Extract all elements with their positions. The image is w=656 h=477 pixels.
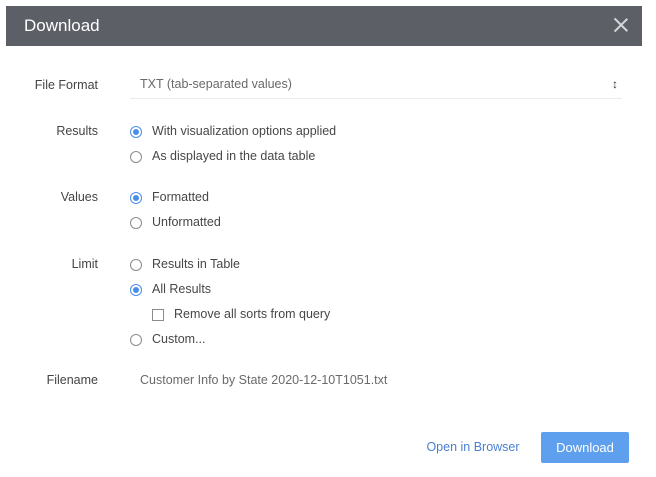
- select-updown-icon: ↕: [612, 77, 618, 91]
- dialog-title: Download: [24, 16, 100, 35]
- close-icon[interactable]: [610, 14, 632, 36]
- limit-label: Limit: [71, 257, 98, 271]
- values-option-label: Unformatted: [152, 215, 221, 229]
- radio-all-results[interactable]: [130, 284, 142, 296]
- limit-option-results-in-table[interactable]: Results in Table: [130, 257, 250, 275]
- file-format-value: TXT (tab-separated values): [140, 77, 292, 91]
- filename-label: Filename: [46, 373, 98, 387]
- dialog-titlebar: Download: [6, 6, 642, 46]
- results-option-label: With visualization options applied: [152, 124, 337, 138]
- results-option-visualization[interactable]: With visualization options applied: [130, 124, 370, 142]
- radio-custom[interactable]: [130, 334, 142, 346]
- limit-option-label: All Results: [152, 282, 212, 296]
- file-format-label: File Format: [34, 78, 98, 92]
- values-option-formatted[interactable]: Formatted: [130, 190, 230, 208]
- limit-option-custom[interactable]: Custom...: [130, 332, 220, 350]
- remove-sorts-label: Remove all sorts from query: [174, 307, 331, 321]
- radio-formatted[interactable]: [130, 192, 142, 204]
- radio-visualization[interactable]: [130, 126, 142, 138]
- remove-sorts-checkbox[interactable]: [152, 309, 164, 321]
- limit-option-label: Custom...: [152, 332, 206, 346]
- filename-field[interactable]: Customer Info by State 2020-12-10T1051.t…: [140, 373, 387, 387]
- values-option-unformatted[interactable]: Unformatted: [130, 215, 240, 233]
- limit-option-all-results[interactable]: All Results: [130, 282, 230, 300]
- radio-results-in-table[interactable]: [130, 259, 142, 271]
- results-option-label: As displayed in the data table: [152, 149, 316, 163]
- values-option-label: Formatted: [152, 190, 209, 204]
- limit-option-label: Results in Table: [152, 257, 241, 271]
- results-label: Results: [56, 124, 98, 138]
- open-in-browser-button[interactable]: Open in Browser: [416, 432, 530, 462]
- file-format-select[interactable]: TXT (tab-separated values) ↕: [130, 72, 622, 99]
- radio-data-table[interactable]: [130, 151, 142, 163]
- remove-sorts-option[interactable]: Remove all sorts from query: [152, 307, 342, 325]
- values-label: Values: [60, 190, 98, 204]
- download-button[interactable]: Download: [541, 432, 629, 463]
- radio-unformatted[interactable]: [130, 217, 142, 229]
- results-option-data-table[interactable]: As displayed in the data table: [130, 149, 350, 167]
